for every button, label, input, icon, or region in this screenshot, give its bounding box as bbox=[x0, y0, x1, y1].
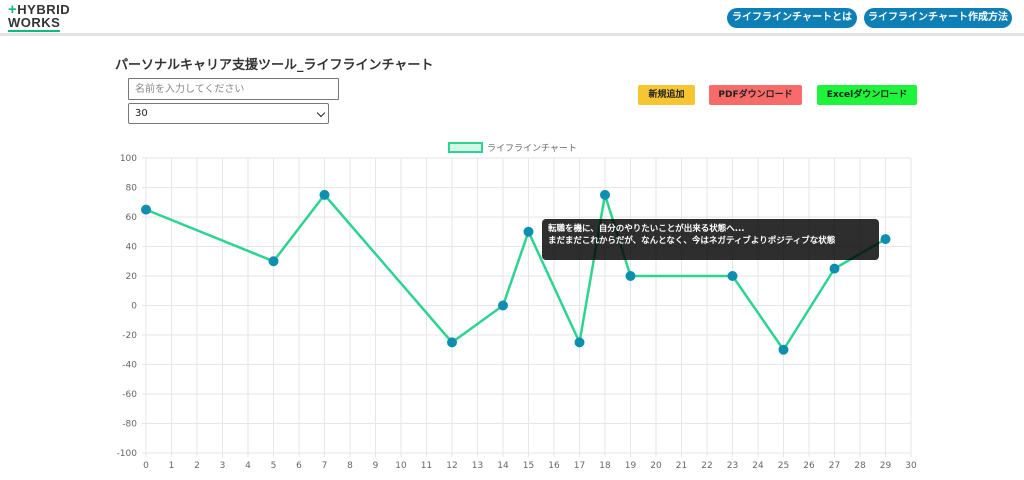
x-tick-label: 7 bbox=[322, 461, 328, 471]
lifeline-chart[interactable]: 0 1 2 3 4 5 6 7 8 9 10 11 12 13 14 15 16 17 18 19 20 21 22 23 24… bbox=[0, 0, 1024, 480]
y-tick-label: 0 bbox=[131, 302, 137, 312]
x-tick-label: 22 bbox=[701, 461, 712, 471]
x-tick-label: 21 bbox=[676, 461, 687, 471]
y-tick-label: 80 bbox=[126, 184, 138, 194]
x-tick-label: 4 bbox=[245, 461, 251, 471]
x-tick-label: 30 bbox=[905, 461, 917, 471]
data-point[interactable] bbox=[268, 256, 279, 267]
y-tick-label: 60 bbox=[126, 213, 138, 223]
data-point[interactable] bbox=[319, 189, 330, 200]
y-tick-label: -20 bbox=[122, 331, 137, 341]
x-tick-label: 15 bbox=[523, 461, 534, 471]
x-tick-label: 18 bbox=[599, 461, 611, 471]
x-tick-label: 8 bbox=[347, 461, 353, 471]
x-tick-label: 28 bbox=[854, 461, 866, 471]
data-point[interactable] bbox=[778, 344, 789, 355]
x-tick-label: 1 bbox=[169, 461, 175, 471]
x-tick-label: 3 bbox=[220, 461, 226, 471]
y-tick-label: -80 bbox=[122, 420, 137, 430]
data-point[interactable] bbox=[829, 263, 840, 274]
y-tick-label: -100 bbox=[117, 449, 138, 459]
x-tick-label: 14 bbox=[497, 461, 509, 471]
y-tick-label: -60 bbox=[122, 390, 137, 400]
data-point[interactable] bbox=[141, 204, 151, 215]
x-tick-label: 19 bbox=[625, 461, 637, 471]
y-tick-label: 20 bbox=[126, 272, 138, 282]
legend-label: ライフラインチャート bbox=[487, 143, 577, 154]
y-tick-label: 100 bbox=[120, 154, 137, 164]
tooltip-line-1: 転職を機に、自分のやりたいことが出来る状態へ... bbox=[548, 223, 744, 234]
series-line bbox=[145, 193, 887, 351]
x-tick-label: 16 bbox=[548, 461, 560, 471]
x-tick-label: 23 bbox=[727, 461, 738, 471]
x-tick-label: 13 bbox=[472, 461, 483, 471]
x-tick-label: 6 bbox=[296, 461, 302, 471]
x-tick-label: 20 bbox=[650, 461, 662, 471]
x-tick-label: 10 bbox=[395, 461, 407, 471]
data-point[interactable] bbox=[498, 300, 508, 311]
x-tick-label: 26 bbox=[803, 461, 815, 471]
y-tick-label: 40 bbox=[126, 243, 138, 253]
x-tick-label: 2 bbox=[194, 461, 200, 471]
x-tick-label: 25 bbox=[778, 461, 789, 471]
x-tick-label: 27 bbox=[829, 461, 840, 471]
x-tick-label: 29 bbox=[880, 461, 892, 471]
x-tick-label: 11 bbox=[421, 461, 432, 471]
x-tick-label: 9 bbox=[373, 461, 379, 471]
data-point[interactable] bbox=[625, 271, 636, 281]
x-tick-label: 12 bbox=[446, 461, 457, 471]
data-point[interactable] bbox=[880, 234, 891, 245]
data-point[interactable] bbox=[727, 271, 738, 281]
x-tick-label: 5 bbox=[271, 461, 277, 471]
y-tick-label: -40 bbox=[122, 361, 137, 371]
x-tick-label: 17 bbox=[574, 461, 585, 471]
tooltip-line-2: まだまだこれからだが、なんとなく、今はネガティブよりポジティブな状態 bbox=[548, 235, 836, 246]
legend-swatch bbox=[448, 142, 483, 153]
x-tick-label: 0 bbox=[143, 461, 149, 471]
data-point[interactable] bbox=[523, 226, 534, 237]
x-tick-label: 24 bbox=[752, 461, 764, 471]
data-point[interactable] bbox=[574, 337, 585, 348]
data-point[interactable] bbox=[600, 189, 610, 200]
data-point[interactable] bbox=[447, 337, 457, 348]
